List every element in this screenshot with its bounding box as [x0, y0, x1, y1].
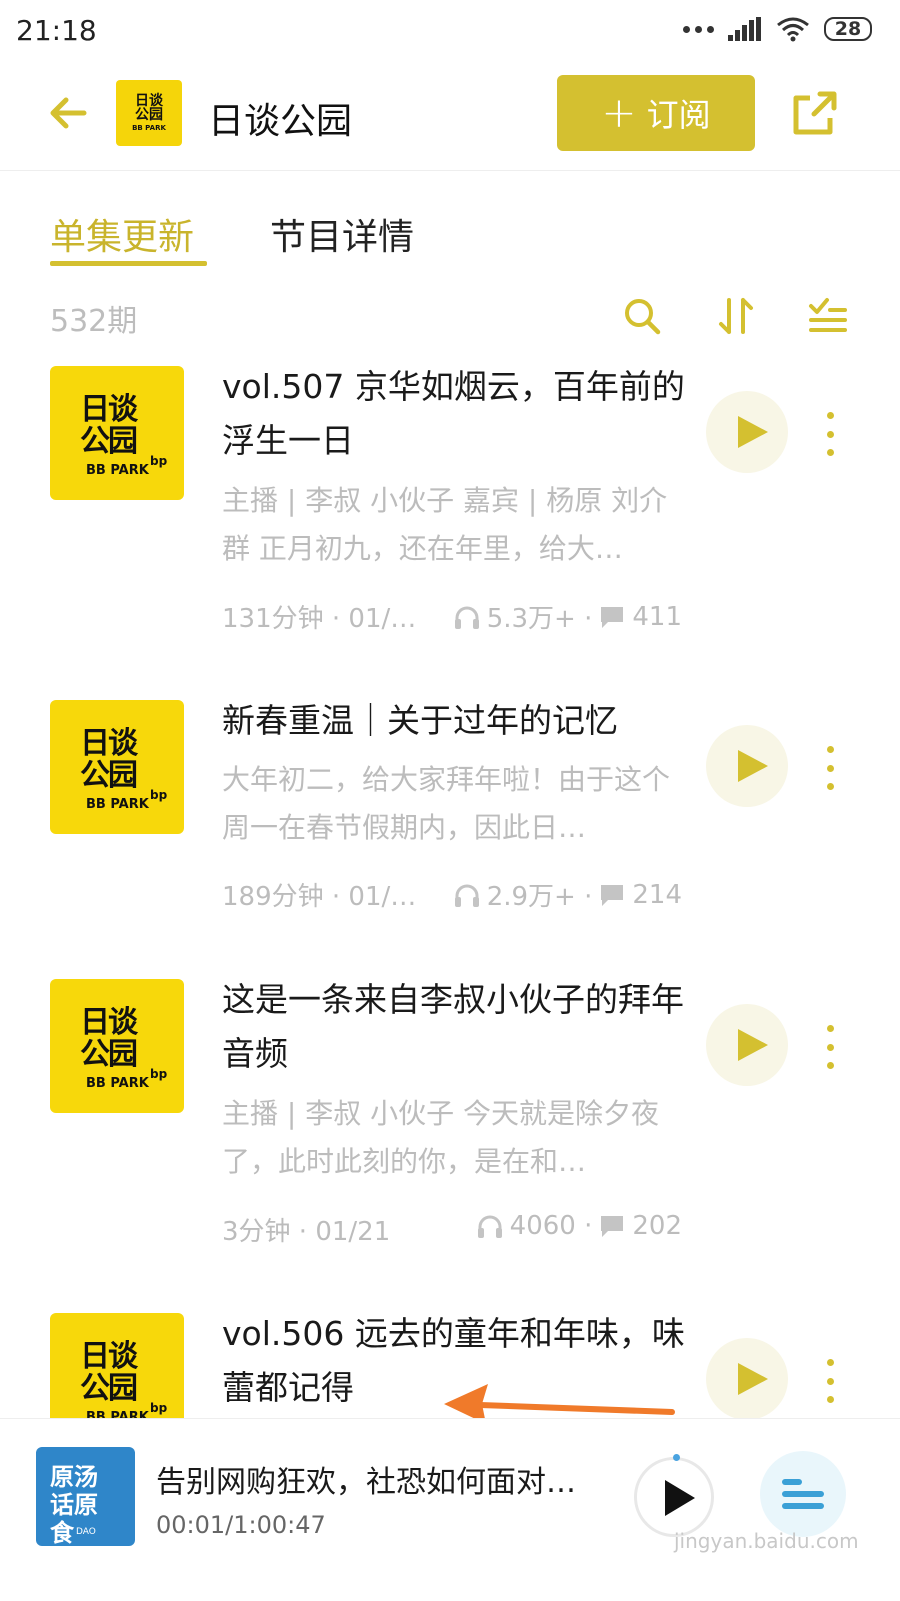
play-count: 4060 · — [509, 1211, 593, 1241]
episode-cover: 日谈 公园 BB PARK bp — [50, 700, 184, 834]
play-count: 2.9万+ · — [486, 882, 593, 912]
play-pause-button[interactable] — [634, 1454, 714, 1537]
search-icon[interactable] — [622, 296, 662, 336]
playlist-button[interactable] — [760, 1451, 846, 1537]
comment-count: 202 — [632, 1211, 682, 1241]
tab-episodes[interactable]: 单集更新 — [50, 208, 194, 260]
episode-duration: 189分钟 · 01/… — [222, 882, 417, 912]
more-notifications-icon — [683, 25, 714, 33]
progress-dot — [673, 1454, 680, 1461]
headphones-icon — [454, 884, 479, 907]
play-count: 5.3万+ · — [486, 604, 593, 634]
battery-indicator: 28 — [824, 17, 872, 41]
play-icon — [665, 1480, 695, 1516]
batch-select-icon[interactable] — [808, 296, 848, 336]
page-title: 日谈公园 — [208, 101, 353, 142]
comment-icon — [601, 884, 624, 906]
play-button[interactable] — [706, 725, 788, 807]
comment-icon — [601, 606, 624, 628]
episode-title: 新春重温｜关于过年的记忆 — [222, 701, 618, 740]
header: 日谈 公园 BB PARK 日谈公园 + 订阅 — [0, 62, 900, 171]
play-button[interactable] — [706, 391, 788, 473]
headphones-icon — [454, 606, 479, 629]
headphones-icon — [477, 1215, 502, 1238]
play-button[interactable] — [706, 1338, 788, 1420]
episode-duration: 131分钟 · 01/… — [222, 604, 417, 634]
now-playing-time: 00:01/1:00:47 — [156, 1511, 326, 1539]
episode-count: 532期 — [50, 304, 138, 339]
tab-details[interactable]: 节目详情 — [270, 208, 414, 260]
back-arrow-icon[interactable] — [44, 88, 94, 138]
status-icons: 28 — [683, 16, 872, 42]
podcast-logo: 日谈 公园 BB PARK — [116, 80, 182, 146]
episode-cover: 日谈 公园 BB PARK bp — [50, 366, 184, 500]
watermark: jingyan.baidu.com — [674, 1529, 859, 1553]
subscribe-label: 订阅 — [646, 96, 711, 134]
active-tab-indicator — [50, 261, 207, 266]
more-options-icon[interactable] — [822, 412, 838, 456]
signal-icon — [728, 17, 761, 41]
now-playing-cover: 原汤话原食 DAO — [36, 1447, 135, 1546]
now-playing-title: 告别网购狂欢，社恐如何面对… — [156, 1465, 576, 1500]
episode-title: vol.507 京华如烟云，百年前的浮生一日 — [222, 367, 685, 460]
episode-description: 主播 | 李叔 小伙子 今天就是除夕夜了，此时此刻的你，是在和… — [222, 1097, 660, 1178]
more-options-icon[interactable] — [822, 1359, 838, 1403]
more-options-icon[interactable] — [822, 746, 838, 790]
episode-title: 这是一条来自李叔小伙子的拜年音频 — [222, 980, 684, 1073]
status-time: 21:18 — [16, 14, 97, 47]
subscribe-button[interactable]: + 订阅 — [557, 75, 755, 151]
comment-count: 411 — [632, 601, 682, 632]
wifi-icon — [777, 17, 809, 42]
episode-duration: 3分钟 · 01/21 — [222, 1217, 391, 1247]
status-bar: 21:18 28 — [0, 0, 900, 62]
comment-count: 214 — [632, 879, 682, 910]
episode-description: 主播 | 李叔 小伙子 嘉宾 | 杨原 刘介群 正月初九，还在年里，给大… — [222, 484, 668, 565]
episode-cover: 日谈 公园 BB PARK bp — [50, 979, 184, 1113]
comment-icon — [601, 1216, 624, 1237]
plus-icon: + — [601, 88, 637, 137]
share-icon[interactable] — [790, 88, 840, 138]
sort-icon[interactable] — [716, 296, 756, 336]
mini-player[interactable]: 原汤话原食 DAO 告别网购狂欢，社恐如何面对… 00:01/1:00:47 j… — [0, 1418, 900, 1601]
play-button[interactable] — [706, 1004, 788, 1086]
episode-description: 大年初二，给大家拜年啦！由于这个周一在春节假期内，因此日… — [222, 763, 671, 844]
more-options-icon[interactable] — [822, 1025, 838, 1069]
